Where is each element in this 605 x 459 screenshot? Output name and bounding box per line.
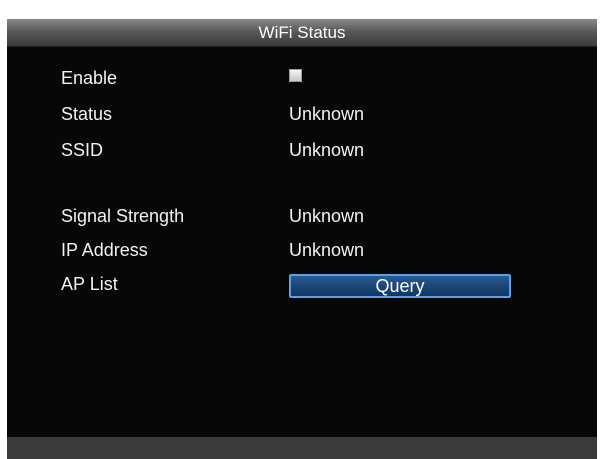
enable-checkbox[interactable]: [289, 69, 302, 82]
status-value: Unknown: [289, 104, 365, 124]
signal-strength-value: Unknown: [289, 206, 365, 226]
ssid-value: Unknown: [289, 140, 365, 160]
status-label: Status: [61, 104, 113, 124]
ap-list-label: AP List: [61, 274, 118, 294]
footer-bar: [7, 437, 597, 459]
ip-address-label: IP Address: [61, 240, 148, 260]
title-bar: WiFi Status: [7, 19, 597, 47]
ssid-label: SSID: [61, 140, 104, 160]
query-button[interactable]: Query: [289, 274, 511, 298]
dialog-title: WiFi Status: [258, 23, 346, 42]
signal-strength-label: Signal Strength: [61, 206, 185, 226]
wifi-status-dialog: WiFi Status Enable Status Unknown SSID U…: [7, 19, 597, 459]
ip-address-value: Unknown: [289, 240, 365, 260]
enable-label: Enable: [61, 68, 118, 88]
